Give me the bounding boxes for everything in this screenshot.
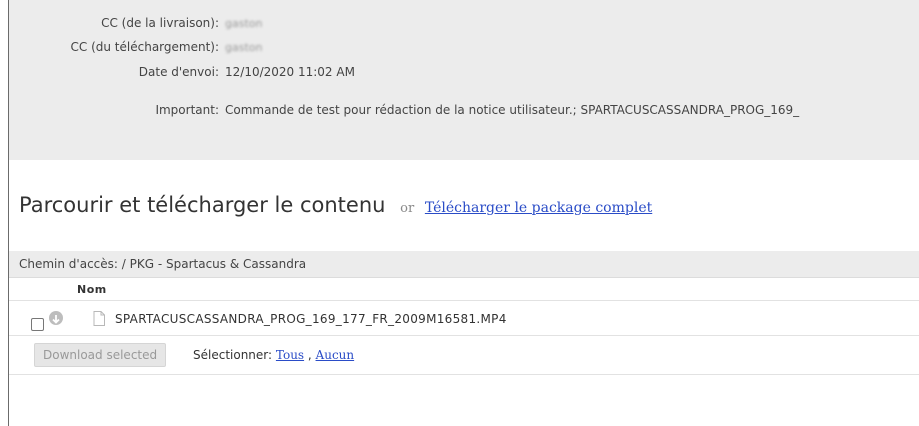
file-icon [93,311,105,330]
select-all-link[interactable]: Tous [276,348,304,362]
file-name[interactable]: SPARTACUSCASSANDRA_PROG_169_177_FR_2009M… [115,312,507,326]
sent-date-label: Date d'envoi: [138,65,219,79]
select-separator: , [307,348,316,362]
select-controls: Sélectionner: Tous , Aucun [193,348,354,362]
browse-title-text: Parcourir et télécharger le contenu [19,193,386,217]
path-breadcrumb: Chemin d'accès: / PKG - Spartacus & Cass… [19,257,307,271]
browse-section-title: Parcourir et télécharger le contenu or T… [19,193,652,217]
sent-date-value: 12/10/2020 11:02 AM [225,65,355,79]
cc-download-value: gaston [225,41,263,54]
download-icon[interactable] [49,311,63,325]
or-text: or [400,201,415,216]
actions-divider [9,374,919,375]
important-value: Commande de test pour rédaction de la no… [225,103,800,117]
download-full-package-link[interactable]: Télécharger le package complet [425,200,652,216]
select-none-link[interactable]: Aucun [316,348,355,362]
download-selected-button[interactable]: Download selected [34,343,167,367]
row-divider [9,335,919,336]
path-breadcrumb-bar: Chemin d'accès: / PKG - Spartacus & Cass… [9,251,919,278]
delivery-details-panel: CC (de la livraison): gaston CC (du télé… [9,0,919,160]
cc-download-label: CC (du téléchargement): [70,40,219,54]
cc-delivery-value: gaston [225,17,263,30]
select-label: Sélectionner: [193,348,273,362]
column-header-name[interactable]: Nom [77,283,107,296]
important-label: Important: [155,103,219,117]
cc-delivery-label: CC (de la livraison): [101,16,219,30]
file-select-checkbox[interactable] [31,318,44,331]
download-arrow-glyph [52,315,60,324]
